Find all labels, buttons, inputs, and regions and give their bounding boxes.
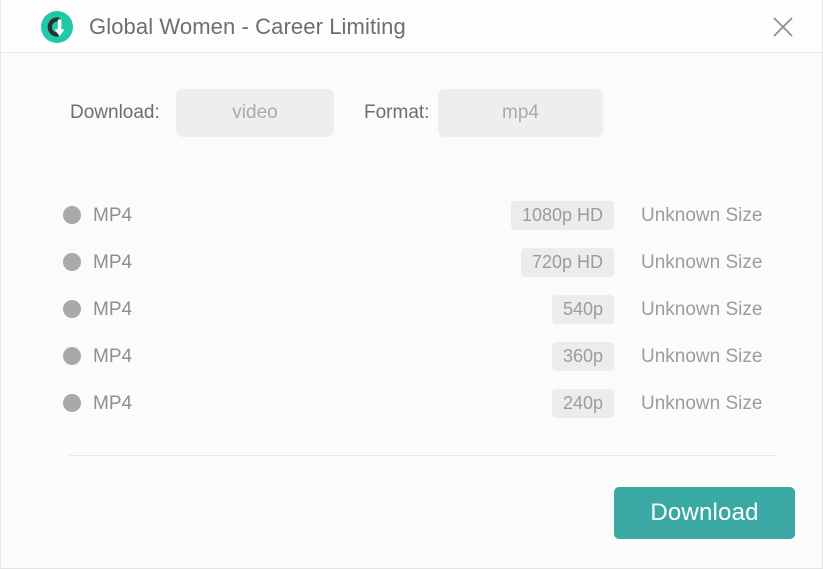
list-item[interactable]: MP4 360p Unknown Size <box>1 333 822 380</box>
quality-badge: 720p HD <box>520 248 614 277</box>
list-item[interactable]: MP4 240p Unknown Size <box>1 380 822 427</box>
download-circle-icon <box>40 10 74 44</box>
page-title: Global Women - Career Limiting <box>89 14 406 39</box>
format-label: Format: <box>364 102 430 123</box>
download-type-select[interactable]: video <box>176 89 334 137</box>
download-type-value: video <box>232 102 278 123</box>
row-quality-wrap: 240p <box>1 389 614 418</box>
row-size-label: Unknown Size <box>641 205 763 226</box>
footer-divider <box>69 455 776 456</box>
row-size-label: Unknown Size <box>641 346 763 367</box>
row-quality-wrap: 1080p HD <box>1 201 614 230</box>
quality-list: MP4 1080p HD Unknown Size MP4 720p HD Un… <box>1 192 822 427</box>
title-bar: Global Women - Career Limiting <box>1 0 822 53</box>
download-type-label: Download: <box>70 102 160 123</box>
row-quality-wrap: 360p <box>1 342 614 371</box>
format-select[interactable]: mp4 <box>438 89 603 137</box>
row-size-label: Unknown Size <box>641 299 763 320</box>
row-quality-wrap: 720p HD <box>1 248 614 277</box>
quality-badge: 360p <box>551 342 614 371</box>
quality-badge: 1080p HD <box>510 201 614 230</box>
quality-badge: 540p <box>551 295 614 324</box>
close-icon[interactable] <box>770 14 796 40</box>
row-size-label: Unknown Size <box>641 252 763 273</box>
quality-badge: 240p <box>551 389 614 418</box>
format-value: mp4 <box>502 102 539 123</box>
list-item[interactable]: MP4 720p HD Unknown Size <box>1 239 822 286</box>
selector-row: Download: video Format: mp4 <box>1 88 822 140</box>
download-dialog-window: Global Women - Career Limiting Download:… <box>0 0 823 569</box>
download-button[interactable]: Download <box>614 487 795 539</box>
row-quality-wrap: 540p <box>1 295 614 324</box>
list-item[interactable]: MP4 540p Unknown Size <box>1 286 822 333</box>
list-item[interactable]: MP4 1080p HD Unknown Size <box>1 192 822 239</box>
row-size-label: Unknown Size <box>641 393 763 414</box>
